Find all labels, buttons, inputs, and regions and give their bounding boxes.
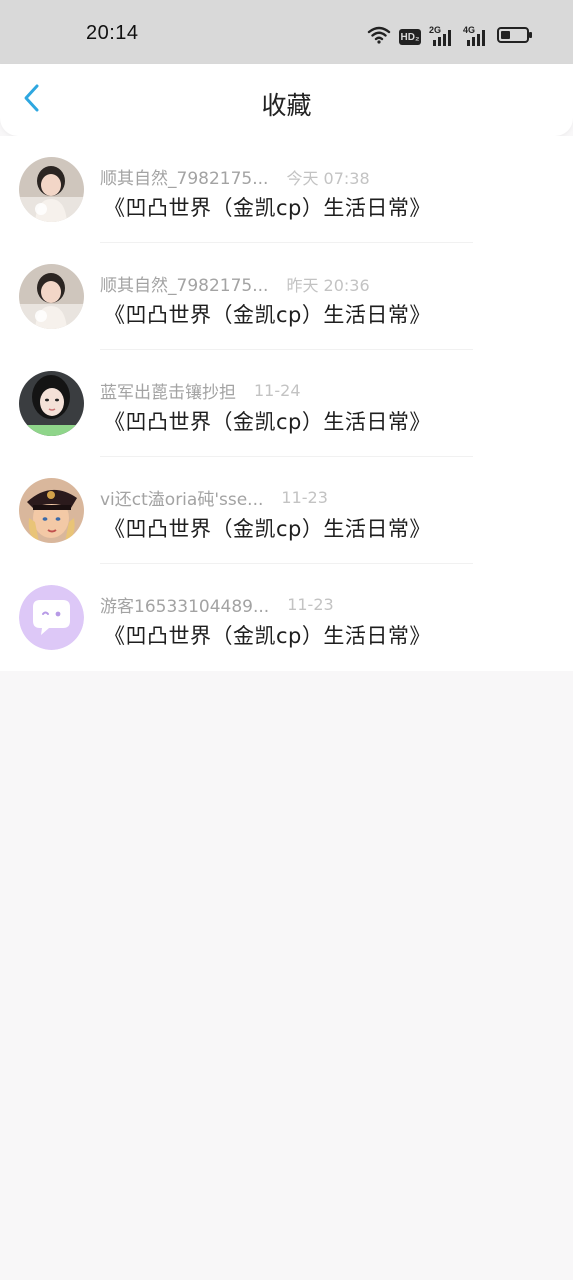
post-title[interactable]: 《凹凸世界（金凯cp）生活日常》 (104, 406, 431, 436)
battery-icon (497, 26, 533, 48)
username[interactable]: vi还ct溘oria砘'sse... (100, 485, 263, 510)
item-meta: 顺其自然_7982175... 今天 07:38 (100, 164, 370, 190)
favorite-item[interactable]: 顺其自然_7982175... 今天 07:38 《凹凸世界（金凯cp）生活日常… (0, 136, 573, 243)
item-meta: 顺其自然_7982175... 昨天 20:36 (100, 271, 370, 297)
favorite-item[interactable]: 游客16533104489... 11-23 《凹凸世界（金凯cp）生活日常》 (0, 564, 573, 671)
username[interactable]: 顺其自然_7982175... (100, 164, 268, 189)
username[interactable]: 游客16533104489... (100, 592, 269, 617)
favorite-item[interactable]: 顺其自然_7982175... 昨天 20:36 《凹凸世界（金凯cp）生活日常… (0, 243, 573, 350)
timestamp: 11-23 (287, 595, 334, 614)
item-meta: vi还ct溘oria砘'sse... 11-23 (100, 485, 328, 510)
timestamp: 11-23 (281, 488, 328, 507)
timestamp: 昨天 20:36 (286, 275, 370, 295)
hd-label: HD₂ (400, 31, 420, 43)
item-meta: 蓝军出蓖击镶抄担 11-24 (100, 378, 301, 403)
favorite-item[interactable]: vi还ct溘oria砘'sse... 11-23 《凹凸世界（金凯cp）生活日常… (0, 457, 573, 564)
status-icons: HD₂ 2G 4G (367, 24, 533, 50)
avatar[interactable] (19, 585, 84, 650)
app-header: 收藏 (0, 64, 573, 136)
wifi-icon (367, 25, 391, 49)
hd-icon: HD₂ (399, 29, 421, 45)
favorites-list: 顺其自然_7982175... 今天 07:38 《凹凸世界（金凯cp）生活日常… (0, 136, 573, 671)
avatar[interactable] (19, 478, 84, 543)
post-title[interactable]: 《凹凸世界（金凯cp）生活日常》 (104, 192, 431, 222)
page-title: 收藏 (261, 91, 312, 120)
status-bar: 20:14 HD₂ 2G 4G (0, 0, 573, 64)
avatar[interactable] (19, 264, 84, 329)
post-title[interactable]: 《凹凸世界（金凯cp）生活日常》 (104, 620, 431, 650)
signal-4g-icon: 4G (463, 25, 489, 47)
favorite-item[interactable]: 蓝军出蓖击镶抄担 11-24 《凹凸世界（金凯cp）生活日常》 (0, 350, 573, 457)
username[interactable]: 顺其自然_7982175... (100, 271, 268, 296)
post-title[interactable]: 《凹凸世界（金凯cp）生活日常》 (104, 513, 431, 543)
timestamp: 今天 07:38 (286, 168, 370, 188)
signal-2g-icon: 2G (429, 25, 455, 47)
item-meta: 游客16533104489... 11-23 (100, 592, 334, 617)
post-title[interactable]: 《凹凸世界（金凯cp）生活日常》 (104, 299, 431, 329)
username[interactable]: 蓝军出蓖击镶抄担 (100, 378, 236, 403)
avatar[interactable] (19, 157, 84, 222)
avatar[interactable] (19, 371, 84, 436)
timestamp: 11-24 (254, 381, 301, 400)
status-time: 20:14 (86, 22, 139, 44)
